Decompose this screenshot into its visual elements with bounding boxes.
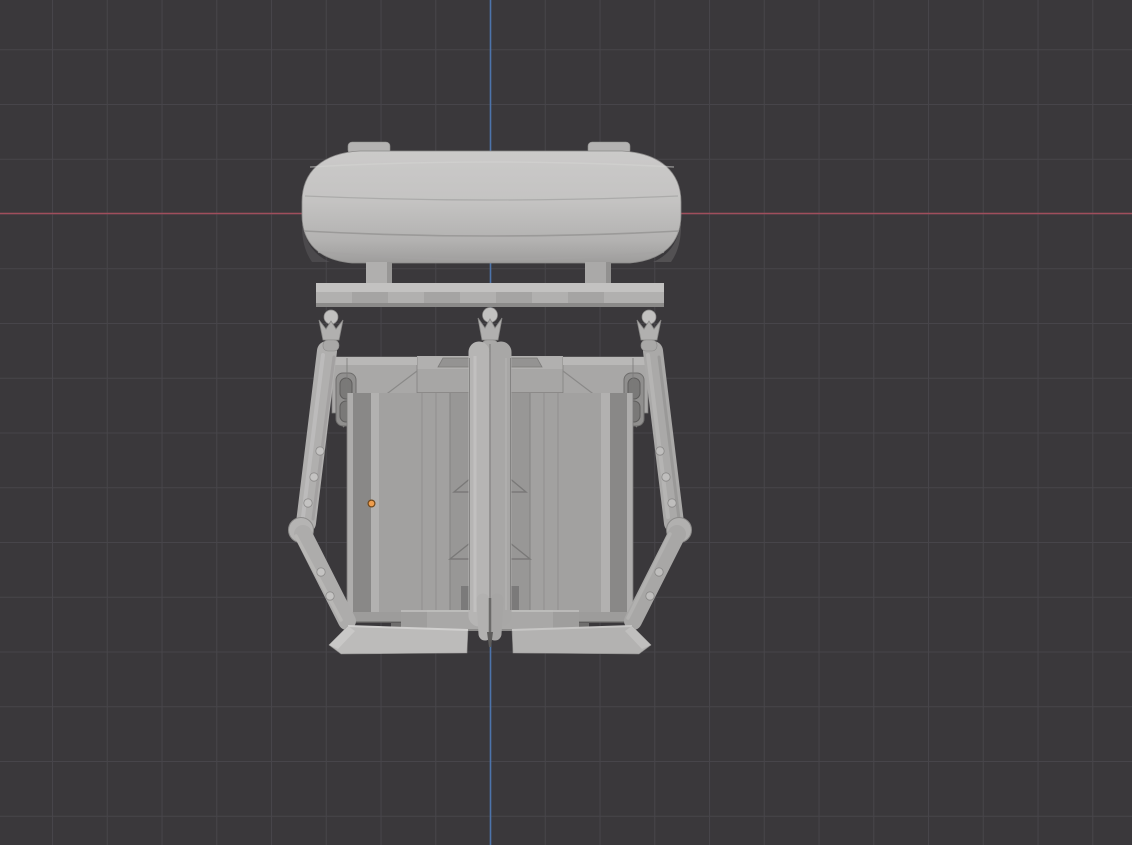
arm-bump: [661, 472, 671, 482]
arm-bump: [654, 567, 664, 577]
arm-bump: [325, 591, 335, 601]
3d-viewport[interactable]: [0, 0, 1132, 845]
panel-edge-left: [347, 393, 353, 612]
panel-right: [530, 393, 601, 612]
knuckle-neck: [640, 339, 658, 352]
rail-segment: [568, 292, 604, 304]
shoulder-left-top: [332, 357, 417, 365]
arm-bump: [303, 498, 313, 508]
rail-segment: [424, 292, 460, 304]
prong-left: [476, 593, 492, 641]
knuckle-neck: [322, 339, 340, 352]
object-origin-point: [367, 499, 376, 508]
roller-drum[interactable]: [301, 141, 682, 264]
panel-dark-right: [610, 393, 627, 612]
model-gripper-claw[interactable]: [288, 141, 692, 655]
rail-bottom-edge: [316, 303, 664, 307]
arm-bump: [645, 591, 655, 601]
arm-bump: [315, 446, 325, 456]
arm-bump: [655, 446, 665, 456]
arm-bump: [316, 567, 326, 577]
drum-body: [301, 150, 682, 264]
rail-top-bevel: [316, 283, 664, 292]
arm-bump: [309, 472, 319, 482]
center-piston[interactable]: [468, 341, 512, 647]
arm-bump: [667, 498, 677, 508]
panel-left: [379, 393, 450, 612]
prong-right: [488, 593, 504, 641]
shoulder-right-top: [563, 357, 648, 365]
mount-rail[interactable]: [316, 283, 664, 307]
panel-light-right: [601, 393, 610, 612]
rail-segment: [352, 292, 388, 304]
panel-edge-right: [627, 393, 633, 612]
rail-segment: [496, 292, 532, 304]
